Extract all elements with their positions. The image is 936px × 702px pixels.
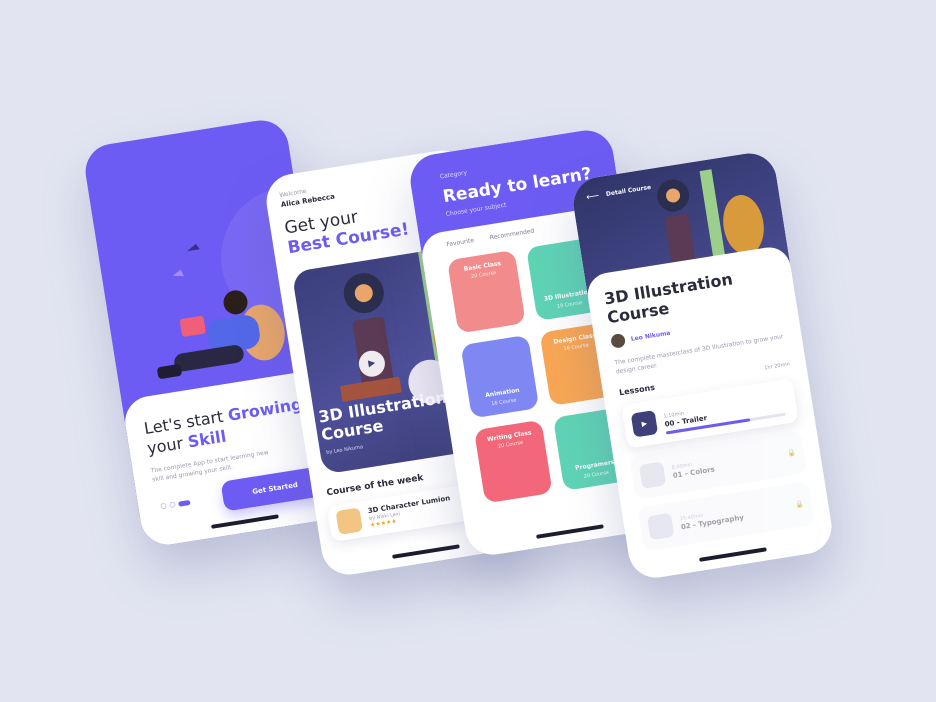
category-tile[interactable]: Basic Class 20 Course — [447, 249, 526, 334]
pager-dot[interactable] — [168, 501, 176, 509]
course-thumbnail — [335, 507, 363, 535]
category-tile[interactable]: Animation 16 Course — [460, 334, 540, 419]
avatar — [610, 332, 627, 349]
lessons-label: Lessons — [618, 382, 656, 398]
category-tile[interactable]: Writing Class 20 Course — [473, 419, 553, 504]
pager-dot[interactable] — [160, 502, 167, 510]
onboarding-headline: Let's start Growing your Skill — [143, 393, 316, 459]
lock-icon: 🔒 — [794, 499, 805, 510]
author-name: Leo Nikuma — [630, 329, 671, 343]
headline-accent: Growing — [226, 394, 304, 425]
paper-plane-icon — [186, 243, 200, 252]
lock-icon: 🔒 — [786, 448, 797, 458]
total-duration: 1hr 20min — [763, 361, 791, 372]
category-label: Category — [439, 169, 468, 181]
lesson-thumbnail — [638, 461, 667, 489]
lesson-thumbnail — [646, 512, 675, 541]
paper-plane-icon — [172, 269, 184, 277]
back-arrow-icon[interactable]: ⟵ — [586, 191, 600, 203]
home-indicator — [391, 544, 460, 559]
play-icon[interactable]: ▶ — [630, 410, 659, 438]
